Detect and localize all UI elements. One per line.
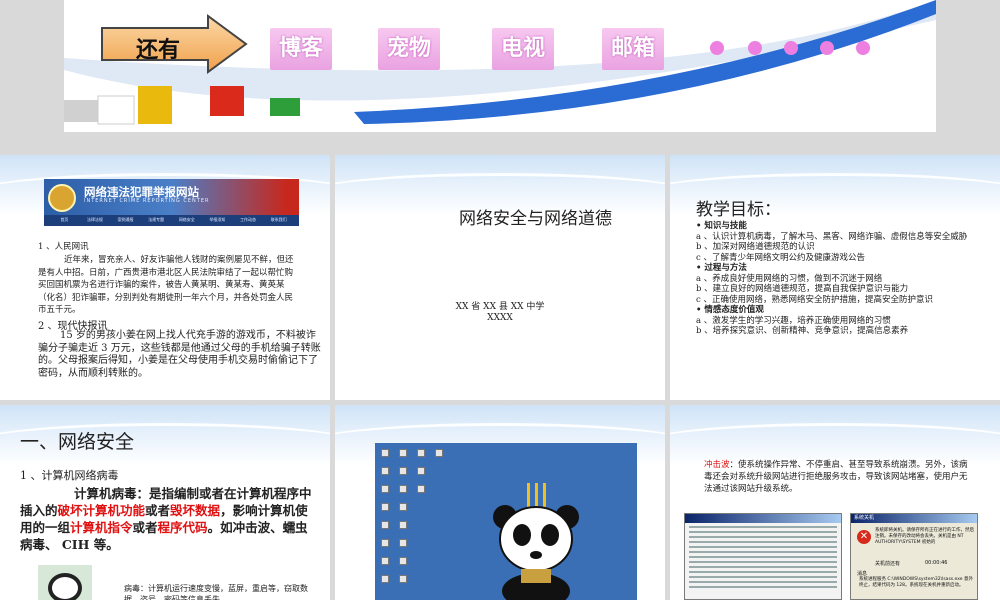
shutdown-dialog-text: 系统即将关机。请保存所有正在进行的工作，然后注销。未保存的改动将会丢失。关机是由…	[875, 528, 974, 545]
site-nav-item: 法规专题	[148, 217, 165, 222]
school-name: XX 省 XX 县 XX 中学	[455, 302, 545, 312]
desktop-icon	[399, 449, 407, 457]
pink-dot	[784, 41, 798, 55]
site-nav-item: 举报须知	[209, 217, 226, 222]
message-label: 消息	[857, 571, 868, 577]
goal-item: c 、正确使用网络，熟悉网络安全防护措施，提高安全防护意识	[696, 294, 933, 305]
goal-item: a 、激发学生的学习兴趣，培养正确使用网络的习惯	[696, 315, 891, 326]
virus-subtitle: 1 、计算机网络病毒	[20, 469, 119, 482]
blaster-description: 冲击波：使系统操作异常、不停重启、甚至导致系统崩溃。另外，该病毒还会对系统升级网…	[704, 460, 968, 494]
desktop-icon	[399, 557, 407, 565]
desktop-icon	[381, 575, 389, 583]
goals-title: 教学目标：	[696, 200, 781, 220]
desktop-icon	[417, 485, 425, 493]
slide-title[interactable]: 网络安全与网络道德 XX 省 XX 县 XX 中学 XXXX	[335, 155, 665, 400]
slide-panda-virus[interactable]	[335, 405, 665, 600]
desktop-icon	[381, 521, 389, 529]
slide-teaching-goals[interactable]: 教学目标： • 知识与技能 a 、认识计算机病毒，了解木马、黑客、网络诈骗、虚假…	[670, 155, 1000, 400]
slide-blaster-worm[interactable]: 冲击波：使系统操作异常、不停重启、甚至导致系统崩溃。另外，该病毒还会对系统升级网…	[670, 405, 1000, 600]
goal-item: b 、建立良好的网络道德规范，提高自我保护意识与能力	[696, 284, 909, 294]
desktop-icon	[399, 503, 407, 511]
desktop-icon	[381, 539, 389, 547]
goal-item: b 、培养探究意识、创新精神、竞争意识，提高信息素养	[696, 326, 909, 336]
desktop-icon	[399, 485, 407, 493]
error-icon: ✕	[857, 530, 871, 544]
goal-item: a 、养成良好使用网络的习惯，做到不沉迷于网络	[696, 273, 883, 284]
section-title: 一、网络安全	[20, 431, 135, 453]
panda-icon	[48, 573, 82, 600]
slide-news-cases[interactable]: 网络违法犯罪举报网站 INTERNET CRIME REPORTING CENT…	[0, 155, 330, 400]
item1-heading: 1 、人民网讯	[38, 242, 89, 252]
countdown-value: 00:00:46	[925, 560, 948, 566]
desktop-icon	[381, 557, 389, 565]
arrow-label: 还有	[136, 38, 181, 63]
banner-slide: 还有 博客 宠物 电视 邮箱	[64, 0, 936, 132]
site-nav-item: 首页	[60, 217, 69, 222]
goal-item: a 、认识计算机病毒，了解木马、黑客、网络诈骗、虚假信息等安全威胁	[696, 231, 968, 242]
goal-section-heading: • 情感态度价值观	[696, 305, 764, 315]
shutdown-dialog-title: 系统关机	[851, 514, 977, 523]
site-nav-item: 联系我们	[270, 217, 287, 222]
site-nav-item: 法律法规	[86, 217, 103, 222]
site-nav: 首页 法律法规 案例通报 法规专题 网络安全 举报须知 工作动态 联系我们	[44, 215, 299, 226]
desktop-icon	[399, 521, 407, 529]
virus-definition: 计算机病毒：是指编制或者在计算机程序中插入的破坏计算机功能或者毁坏数据，影响计算…	[20, 486, 312, 552]
goal-section-heading: • 过程与方法	[696, 263, 747, 273]
goal-item: b 、加深对网络道德规范的认识	[696, 242, 815, 252]
item2-text: 15 岁的男孩小姜在网上找人代充手游的游戏币，不料被诈骗分子骗走近 3 万元，这…	[38, 330, 321, 379]
goals-list: • 知识与技能 a 、认识计算机病毒，了解木马、黑客、网络诈骗、虚假信息等安全威…	[696, 221, 982, 337]
event-log-window	[684, 513, 842, 600]
site-nav-item: 案例通报	[117, 217, 134, 222]
lesson-title: 网络安全与网络道德	[459, 209, 612, 229]
desktop-icon	[381, 485, 389, 493]
desktop-icon	[381, 449, 389, 457]
panda-burning-incense-icon	[493, 483, 579, 600]
pink-dot	[856, 41, 870, 55]
teacher-name: XXXX	[487, 313, 513, 323]
desktop-icon	[399, 467, 407, 475]
pill-tv[interactable]: 电视	[492, 28, 554, 70]
pill-blog[interactable]: 博客	[270, 28, 332, 70]
site-nav-item: 工作动态	[240, 217, 257, 222]
panda-thumbnail	[38, 565, 92, 600]
slide-network-security[interactable]: 一、网络安全 1 、计算机网络病毒 计算机病毒：是指编制或者在计算机程序中插入的…	[0, 405, 330, 600]
message-text: 系统进程服务 C:\WINDOWS\system32\lsass.exe 意外终…	[859, 577, 973, 588]
desktop-icon	[417, 449, 425, 457]
desktop-icon	[381, 467, 389, 475]
crime-report-site-logo: 网络违法犯罪举报网站 INTERNET CRIME REPORTING CENT…	[44, 179, 299, 226]
desktop-icon	[399, 539, 407, 547]
shutdown-dialog: 系统关机 ✕ 系统即将关机。请保存所有正在进行的工作，然后注销。未保存的改动将会…	[850, 513, 978, 600]
pink-dot	[710, 41, 724, 55]
site-subtitle: INTERNET CRIME REPORTING CENTER	[84, 198, 210, 204]
countdown-label: 关机前还有	[875, 561, 901, 567]
item1-text: 近年来，冒充亲人、好友诈骗他人钱财的案例屡见不鲜，但还是有人中招。日前，广西贵港…	[38, 255, 294, 315]
goal-section-heading: • 知识与技能	[696, 221, 747, 231]
pill-pet[interactable]: 宠物	[378, 28, 440, 70]
desktop-icon	[435, 449, 443, 457]
goal-item: c 、了解青少年网络文明公约及健康游戏公告	[696, 252, 865, 263]
site-nav-item: 网络安全	[178, 217, 195, 222]
desktop-icon	[399, 575, 407, 583]
desktop-icon	[417, 467, 425, 475]
pink-dot	[820, 41, 834, 55]
desktop-icon	[381, 503, 389, 511]
infected-desktop-screenshot	[375, 443, 637, 600]
pill-mail[interactable]: 邮箱	[602, 28, 664, 70]
police-emblem-icon	[48, 184, 76, 212]
virus-symptoms: 病毒：计算机运行速度变慢，蓝屏，重启等，窃取数据，盗号，密码等信息丢失	[124, 584, 308, 600]
pink-dot	[748, 41, 762, 55]
